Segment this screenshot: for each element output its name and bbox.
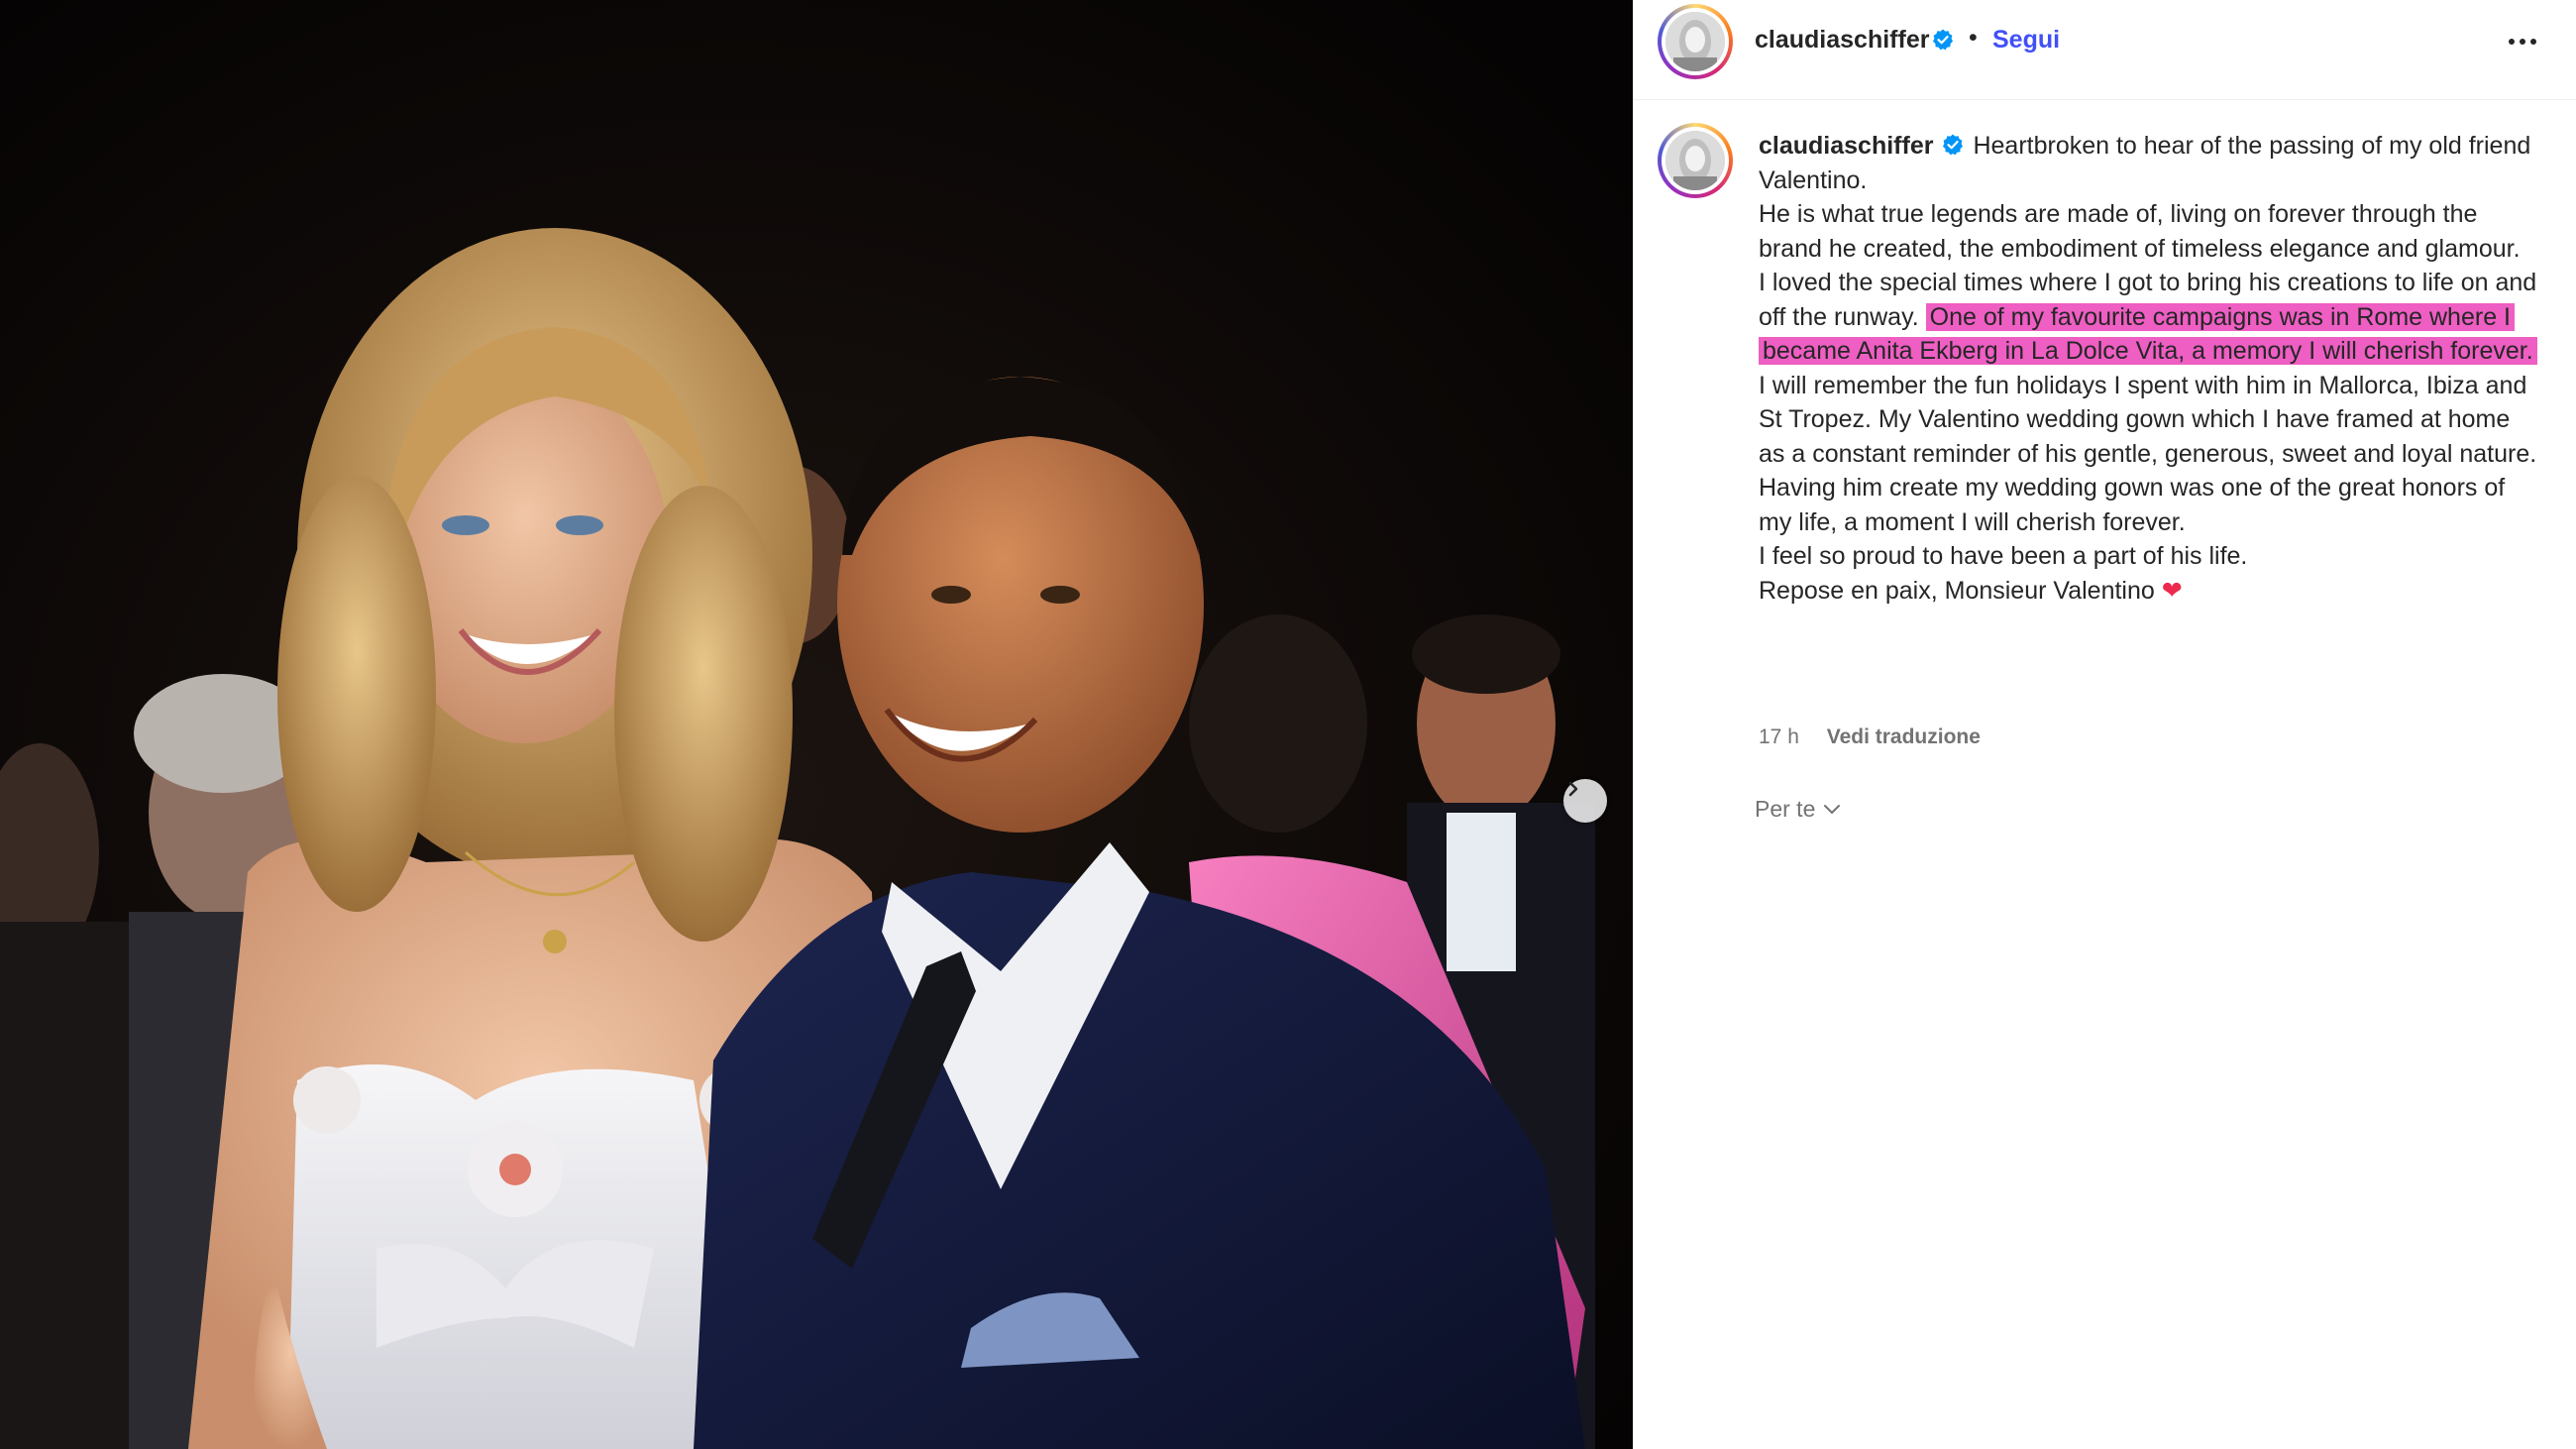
avatar[interactable]: [1658, 4, 1733, 79]
caption-first-line: claudiaschiffer Heartbroken to hear of th…: [1759, 129, 2541, 197]
caption-avatar[interactable]: [1658, 123, 1733, 198]
post-meta: 17 h Vedi traduzione: [1759, 725, 1981, 749]
post-media[interactable]: [0, 0, 1633, 1449]
header-separator: •: [1969, 24, 1978, 52]
caption-username[interactable]: claudiaschiffer: [1759, 132, 1933, 160]
caption-paragraph: Repose en paix, Monsieur Valentino ❤: [1759, 574, 2541, 609]
follow-button[interactable]: Segui: [1992, 26, 2060, 55]
avatar-photo: [1665, 12, 1725, 71]
header-username[interactable]: claudiaschiffer: [1755, 26, 1929, 55]
post-photo: [0, 0, 1633, 1449]
caption-text: He is what true legends are made of, liv…: [1759, 200, 2521, 263]
see-translation-button[interactable]: Vedi traduzione: [1827, 725, 1981, 748]
post-header: claudiaschiffer • Segui: [1634, 0, 2576, 100]
caption-text: Repose en paix, Monsieur Valentino: [1759, 576, 2155, 605]
caption-paragraph: I loved the special times where I got to…: [1759, 266, 2541, 369]
post-side-panel: claudiaschiffer • Segui claudiaschiffer H: [1633, 0, 2576, 1449]
post-timestamp[interactable]: 17 h: [1759, 725, 1799, 748]
chevron-down-icon: [1824, 804, 1841, 814]
feed-filter-label: Per te: [1755, 796, 1816, 822]
feed-filter-dropdown[interactable]: Per te: [1755, 796, 1841, 823]
avatar-photo: [1665, 131, 1725, 190]
verified-badge-icon: [1933, 29, 1953, 51]
red-heart-emoji: ❤: [2161, 576, 2183, 605]
post-caption: claudiaschiffer Heartbroken to hear of th…: [1759, 129, 2541, 608]
next-slide-button[interactable]: [1563, 779, 1607, 823]
caption-text: I will remember the fun holidays I spent…: [1759, 371, 2537, 536]
chevron-right-icon: [1568, 781, 1578, 797]
more-options-icon[interactable]: [2498, 24, 2547, 59]
verified-badge-icon: [1943, 134, 1964, 156]
caption-text: I feel so proud to have been a part of h…: [1759, 542, 2248, 570]
